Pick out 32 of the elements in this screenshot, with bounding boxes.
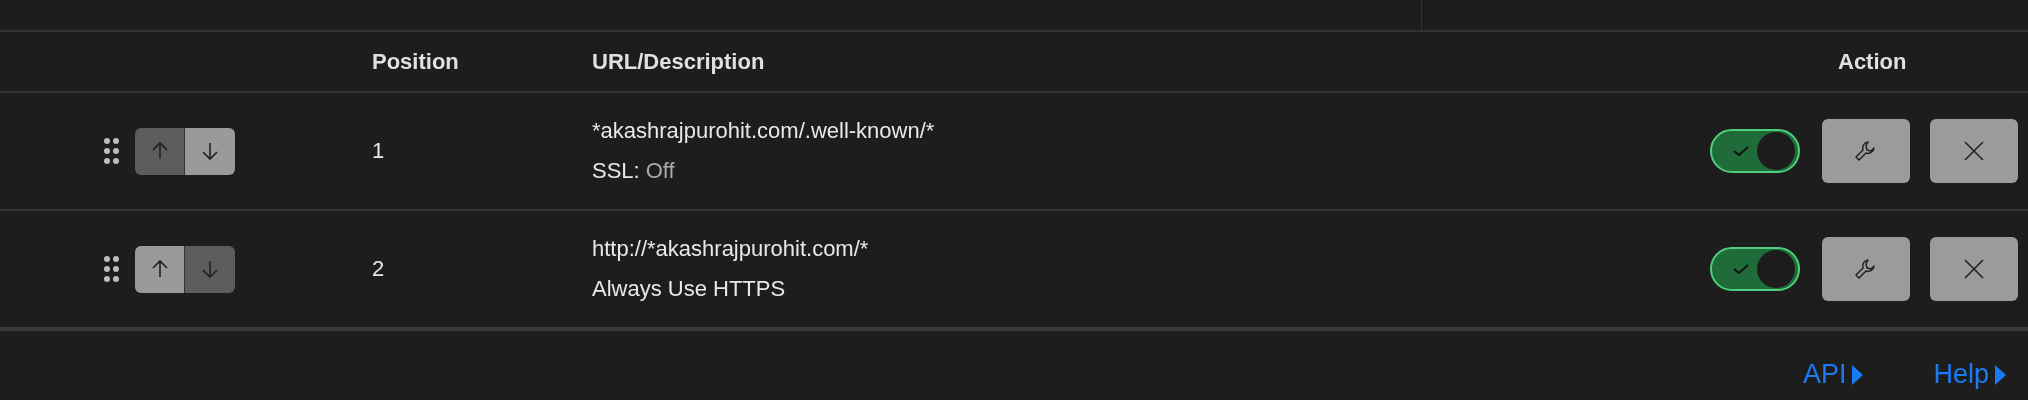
delete-button[interactable] <box>1930 119 2018 183</box>
arrow-down-icon <box>200 258 220 280</box>
delete-button[interactable] <box>1930 237 2018 301</box>
check-icon <box>1732 262 1750 276</box>
check-icon <box>1732 144 1750 158</box>
setting-value: Off <box>645 158 675 184</box>
close-icon <box>1962 139 1986 163</box>
drag-handle-icon[interactable] <box>104 256 119 282</box>
move-down-button[interactable] <box>185 127 235 175</box>
triangle-right-icon <box>1852 364 1864 385</box>
close-icon <box>1962 257 1986 281</box>
position-number: 2 <box>372 256 385 282</box>
edit-button[interactable] <box>1822 119 1910 183</box>
arrow-down-icon <box>200 140 220 162</box>
drag-handle-icon[interactable] <box>104 138 119 164</box>
move-up-button[interactable] <box>135 127 185 175</box>
footer-link[interactable]: Help <box>1933 359 2006 390</box>
toggle-switch[interactable] <box>1710 129 1800 173</box>
setting-label: SSL: <box>592 158 640 184</box>
move-down-button[interactable] <box>185 245 235 293</box>
triangle-right-icon <box>1995 364 2006 385</box>
footer-link[interactable]: API <box>1802 359 1864 390</box>
column-header: Position <box>372 48 459 75</box>
move-up-button[interactable] <box>135 245 185 293</box>
url-pattern: *akashrajpurohit.com/.well-known/* <box>592 118 935 144</box>
setting-description: Always Use HTTPS <box>592 276 786 302</box>
edit-button[interactable] <box>1822 237 1910 301</box>
column-header: URL/Description <box>592 48 765 75</box>
url-pattern: http://*akashrajpurohit.com/* <box>592 236 869 262</box>
position-number: 1 <box>372 138 385 164</box>
column-header: Action <box>1838 48 1907 75</box>
toggle-switch[interactable] <box>1710 247 1800 291</box>
